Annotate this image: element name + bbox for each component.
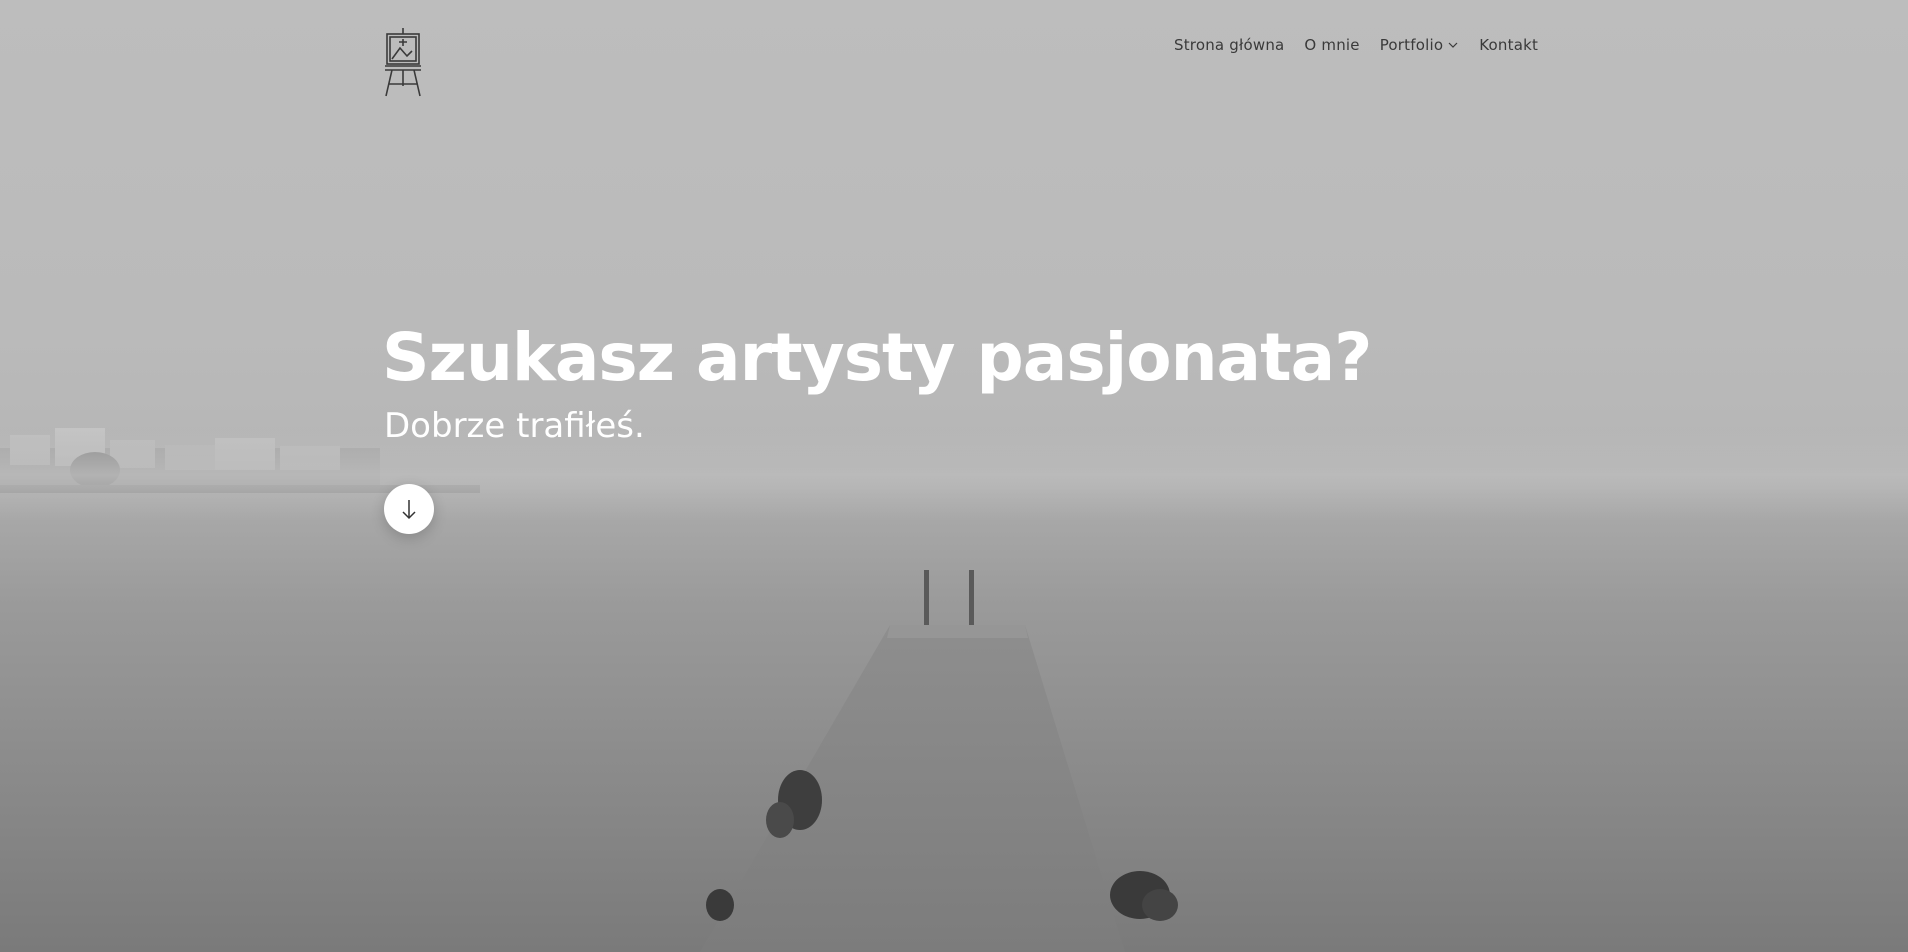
hero-headline: Szukasz artysty pasjonata? (382, 319, 1372, 396)
nav-item-label: O mnie (1304, 36, 1360, 54)
logo[interactable] (383, 26, 423, 98)
nav-item-about[interactable]: O mnie (1304, 36, 1359, 54)
nav-item-label: Portfolio (1379, 36, 1444, 54)
easel-icon (385, 28, 421, 97)
hero-background-image (0, 428, 1908, 952)
nav-item-home[interactable]: Strona główna (1174, 36, 1284, 54)
nav-item-label: Kontakt (1479, 36, 1539, 54)
nav-item-label: Strona główna (1174, 36, 1285, 54)
chevron-down-icon (1448, 42, 1458, 48)
hero-subheadline: Dobrze trafiłeś. (384, 406, 645, 446)
arrow-down-icon (402, 500, 416, 520)
hero-section: Strona główna O mnie Portfolio Kontakt S… (0, 0, 1908, 952)
scroll-down-button[interactable] (384, 484, 434, 534)
nav-item-portfolio[interactable]: Portfolio (1380, 36, 1460, 54)
main-nav: Strona główna O mnie Portfolio Kontakt (1174, 36, 1538, 54)
nav-item-contact[interactable]: Kontakt (1479, 36, 1538, 54)
